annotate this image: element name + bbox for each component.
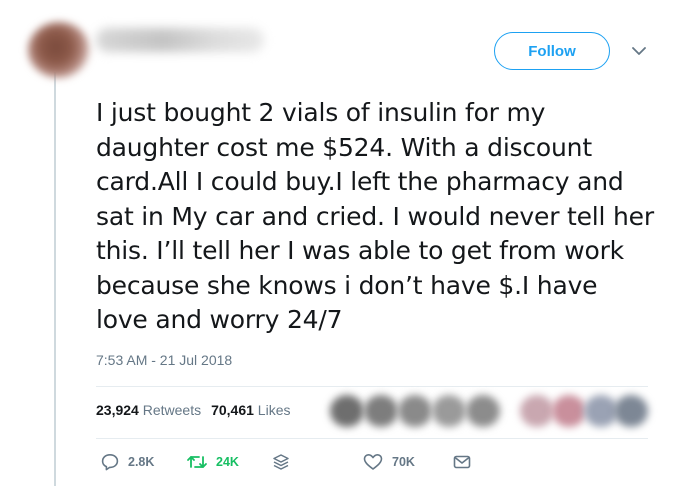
retweet-count: 24K (216, 455, 239, 469)
chevron-down-icon[interactable] (630, 42, 648, 60)
retweets-stat[interactable]: 23,924 Retweets (96, 402, 201, 418)
divider-bottom (96, 438, 648, 439)
reply-icon (101, 454, 119, 471)
retweet-icon (187, 456, 207, 468)
envelope-icon (453, 455, 471, 469)
liker-avatar[interactable] (364, 395, 398, 427)
likes-stat[interactable]: 70,461 Likes (211, 402, 290, 418)
stack-button[interactable] (272, 452, 290, 472)
liker-avatars-redacted[interactable] (324, 393, 652, 429)
divider-top (96, 386, 648, 387)
likes-label: Likes (257, 402, 291, 418)
tweet-text: I just bought 2 vials of insulin for my … (96, 98, 654, 334)
author-name-redacted[interactable] (96, 28, 264, 52)
reply-button[interactable]: 2.8K (100, 452, 154, 472)
like-button[interactable]: 70K (362, 452, 415, 472)
like-count: 70K (392, 455, 415, 469)
retweets-count: 23,924 (96, 402, 139, 418)
liker-avatar[interactable] (584, 395, 618, 427)
liker-avatar[interactable] (520, 395, 554, 427)
reply-count: 2.8K (128, 455, 155, 469)
tweet-timestamp[interactable]: 7:53 AM - 21 Jul 2018 (96, 352, 232, 368)
direct-message-button[interactable] (452, 452, 472, 472)
action-bar: 2.8K 24K 70K (100, 452, 500, 476)
follow-button[interactable]: Follow (494, 32, 610, 70)
engagement-stats: 23,924 Retweets 70,461 Likes (96, 402, 290, 418)
likes-count: 70,461 (211, 402, 254, 418)
liker-avatar[interactable] (466, 395, 500, 427)
liker-avatar[interactable] (330, 395, 364, 427)
heart-icon (363, 454, 383, 470)
retweets-label: Retweets (142, 402, 202, 418)
thread-line (54, 72, 56, 486)
liker-avatar[interactable] (552, 395, 586, 427)
liker-avatar[interactable] (614, 395, 648, 427)
retweet-button[interactable]: 24K (186, 452, 239, 472)
stack-icon (273, 454, 289, 470)
liker-avatar[interactable] (432, 395, 466, 427)
avatar[interactable] (28, 22, 90, 78)
liker-avatar[interactable] (398, 395, 432, 427)
